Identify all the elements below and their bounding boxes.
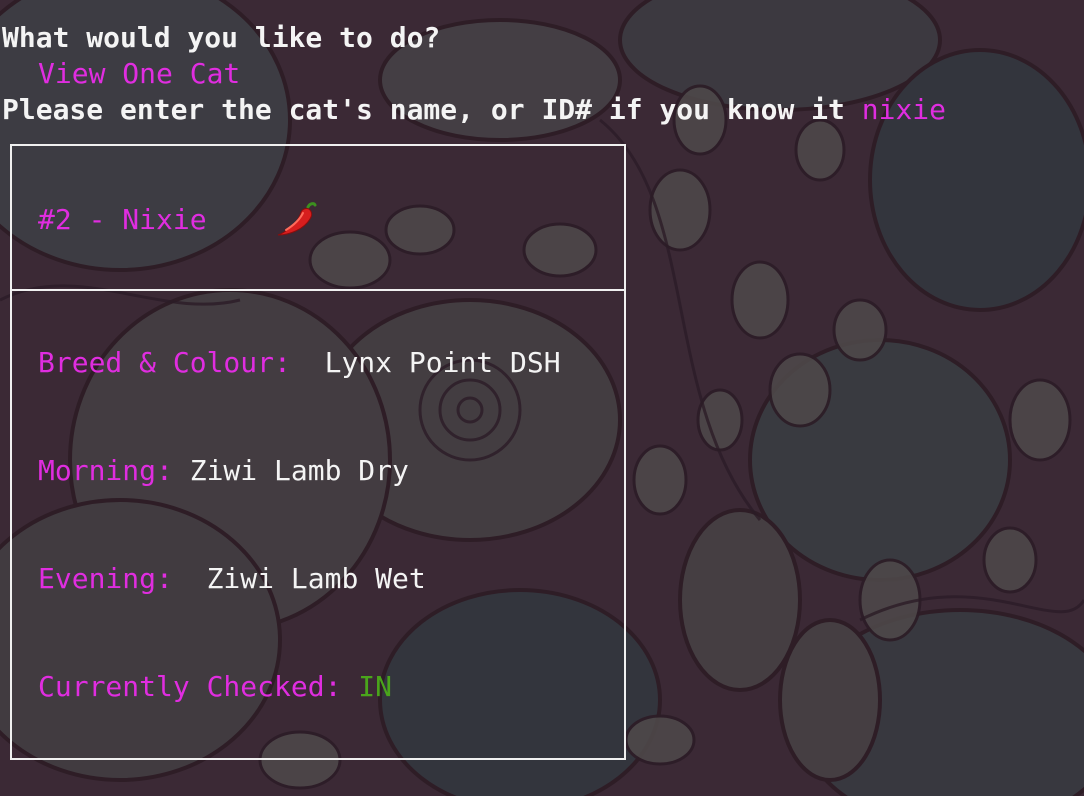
- entered-name: nixie: [861, 93, 947, 126]
- cat-header: #2 - Nixie: [38, 201, 318, 237]
- checked-label: Currently Checked:: [38, 670, 342, 703]
- breed-value: Lynx Point DSH: [324, 346, 561, 379]
- evening-value: Ziwi Lamb Wet: [206, 562, 426, 595]
- chili-pepper-icon: [277, 202, 317, 236]
- evening-label: Evening:: [38, 562, 173, 595]
- terminal-output: What would you like to do? View One Cat …: [0, 0, 1084, 796]
- cat-header-title: #2 - Nixie: [38, 203, 207, 236]
- checked-row: Currently Checked: IN: [38, 669, 392, 705]
- cat-info-box: #2 - Nixie Breed & Colour: Lynx Point DS…: [10, 144, 626, 760]
- breed-label: Breed & Colour:: [38, 346, 291, 379]
- morning-value: Ziwi Lamb Dry: [189, 454, 409, 487]
- name-request-line: Please enter the cat's name, or ID# if y…: [2, 92, 946, 128]
- box-divider: [12, 289, 624, 291]
- morning-label: Morning:: [38, 454, 173, 487]
- prompt-question: What would you like to do?: [2, 21, 441, 54]
- breed-row: Breed & Colour: Lynx Point DSH: [38, 345, 561, 381]
- morning-row: Morning: Ziwi Lamb Dry: [38, 453, 409, 489]
- evening-row: Evening: Ziwi Lamb Wet: [38, 561, 426, 597]
- checked-status-badge: IN: [358, 670, 393, 703]
- selected-menu-option: View One Cat: [38, 57, 241, 90]
- name-request-text: Please enter the cat's name, or ID# if y…: [2, 93, 862, 126]
